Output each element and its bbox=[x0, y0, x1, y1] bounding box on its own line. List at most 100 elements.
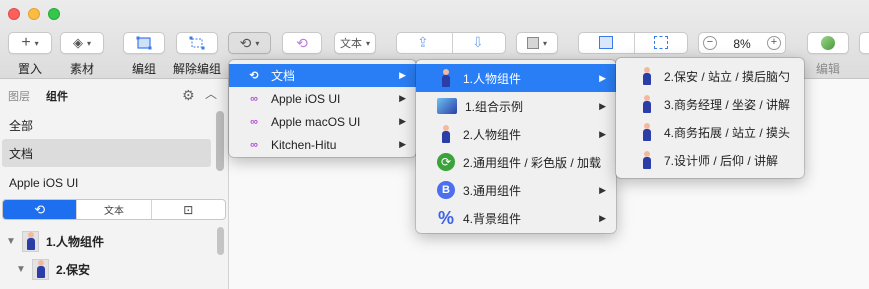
insert-button[interactable]: + ▾ bbox=[8, 32, 52, 54]
symbols-menu: ⟲ 文档 ▶ ∞ Apple iOS UI ▶ ∞ Apple macOS UI… bbox=[229, 60, 416, 157]
menu-item-label: 7.设计师 / 后仰 / 讲解 bbox=[664, 153, 779, 168]
menu-item-common-color-loading[interactable]: ⟳ 2.通用组件 / 彩色版 / 加载 bbox=[416, 148, 616, 176]
menu-item-label: 4.商务拓展 / 站立 / 摸头 bbox=[664, 125, 791, 140]
segment-text[interactable]: 文本 bbox=[77, 200, 152, 219]
layers-icon: ◈ bbox=[72, 35, 83, 50]
tree-scrollbar[interactable] bbox=[217, 227, 224, 255]
menu-item-designer[interactable]: 7.设计师 / 后仰 / 讲解 bbox=[616, 146, 804, 174]
sidebar-item-document[interactable]: 文档 bbox=[2, 139, 211, 167]
menu-item-people-2[interactable]: 2.人物组件 ▶ bbox=[416, 120, 616, 148]
tree-label: 2.保安 bbox=[56, 262, 91, 277]
sidebar-scrollbar[interactable] bbox=[216, 111, 224, 171]
menu-item-label: 文档 bbox=[271, 69, 296, 83]
segment-symbols[interactable]: ⟲ bbox=[3, 200, 78, 219]
submenu-arrow-icon: ▶ bbox=[399, 116, 406, 126]
ungroup-button[interactable] bbox=[176, 32, 218, 54]
zoom-control: − 8% + bbox=[698, 32, 786, 54]
menu-item-combo-example[interactable]: 1.组合示例 ▶ bbox=[416, 92, 616, 120]
menu-item-label: 2.人物组件 bbox=[463, 127, 522, 142]
minimize-window-button[interactable] bbox=[28, 8, 40, 20]
menu-item-label: 3.通用组件 bbox=[463, 183, 522, 198]
symbol-icon: ⟲ bbox=[239, 34, 252, 51]
library-icon: ∞ bbox=[250, 138, 258, 151]
menu-item-label: 1.人物组件 bbox=[463, 71, 522, 86]
sidebar-tabs: 图层 组件 bbox=[8, 88, 68, 104]
menu-item-business-development[interactable]: 4.商务拓展 / 站立 / 摸头 bbox=[616, 118, 804, 146]
fill-dropdown[interactable]: ▾ bbox=[516, 32, 558, 54]
resize-segment bbox=[578, 32, 688, 54]
chevron-down-icon: ▾ bbox=[34, 38, 39, 48]
scale-icon[interactable] bbox=[599, 36, 613, 49]
submenu-arrow-icon: ▶ bbox=[399, 70, 406, 80]
menu-item-document[interactable]: ⟲ 文档 ▶ bbox=[229, 64, 416, 87]
submenu-arrow-icon: ▶ bbox=[599, 128, 606, 139]
group-button[interactable] bbox=[123, 32, 165, 54]
resize-icon[interactable] bbox=[654, 36, 668, 49]
edit-label: 编辑 bbox=[815, 62, 840, 76]
tree-row[interactable]: ▼ 1.人物组件 bbox=[0, 227, 213, 255]
symbol-icon: ⟲ bbox=[249, 70, 259, 82]
menu-item-kitchen-hitu[interactable]: ∞ Kitchen-Hitu ▶ bbox=[229, 133, 416, 156]
create-symbol-button[interactable]: ⟲ bbox=[282, 32, 322, 54]
sidebar-item-apple-ios[interactable]: Apple iOS UI bbox=[0, 169, 213, 197]
menu-item-people-1[interactable]: 1.人物组件 ▶ bbox=[416, 64, 616, 92]
tab-layers[interactable]: 图层 bbox=[8, 88, 30, 104]
plus-icon: + bbox=[21, 34, 31, 51]
insert-label: 置入 bbox=[17, 62, 42, 76]
chevron-down-icon: ▾ bbox=[542, 38, 547, 48]
sidebar: 图层 组件 ⚙ ︿ 全部 文档 Apple iOS UI ⟲ 文本 ⊡ ▼ 1.… bbox=[0, 79, 229, 289]
menu-item-background[interactable]: % 4.背景组件 ▶ bbox=[416, 204, 616, 232]
menu-item-label: 3.商务经理 / 坐姿 / 讲解 bbox=[664, 97, 791, 112]
people-submenu: 2.保安 / 站立 / 摸后脑勺 3.商务经理 / 坐姿 / 讲解 4.商务拓展… bbox=[616, 58, 804, 178]
menu-item-label: 2.通用组件 / 彩色版 / 加载 bbox=[463, 155, 602, 170]
menu-item-apple-macos[interactable]: ∞ Apple macOS UI ▶ bbox=[229, 110, 416, 133]
edit-icon bbox=[821, 36, 835, 50]
tab-components[interactable]: 组件 bbox=[46, 88, 68, 104]
loading-icon: ⟳ bbox=[437, 153, 455, 171]
gear-icon[interactable]: ⚙ bbox=[182, 87, 195, 104]
chevron-down-icon: ▾ bbox=[255, 38, 260, 48]
submenu-arrow-icon: ▶ bbox=[599, 184, 606, 195]
group-icon bbox=[136, 36, 152, 50]
submenu-arrow-icon: ▶ bbox=[599, 72, 606, 83]
menu-item-common-3[interactable]: B 3.通用组件 ▶ bbox=[416, 176, 616, 204]
zoom-window-button[interactable] bbox=[48, 8, 60, 20]
forward-backward-segment: ⇪ ⇩ bbox=[396, 32, 506, 54]
b-badge-icon: B bbox=[437, 181, 455, 199]
person-icon bbox=[437, 125, 455, 143]
menu-item-apple-ios[interactable]: ∞ Apple iOS UI ▶ bbox=[229, 87, 416, 110]
overflow-button[interactable] bbox=[859, 32, 869, 54]
sidebar-item-all[interactable]: 全部 bbox=[0, 111, 213, 139]
symbol-thumbnail bbox=[22, 230, 39, 252]
symbol-thumbnail bbox=[32, 258, 49, 280]
text-style-dropdown[interactable]: 文本 ▾ bbox=[334, 32, 376, 54]
menu-item-label: 4.背景组件 bbox=[463, 211, 522, 226]
chevron-up-icon[interactable]: ︿ bbox=[205, 85, 217, 102]
person-icon bbox=[638, 95, 656, 113]
component-filter-segment: ⟲ 文本 ⊡ bbox=[2, 199, 226, 220]
edit-button[interactable] bbox=[807, 32, 849, 54]
send-backward-icon[interactable]: ⇩ bbox=[472, 34, 484, 51]
tree-row[interactable]: ▼ 2.保安 bbox=[0, 255, 213, 283]
submenu-arrow-icon: ▶ bbox=[599, 100, 606, 111]
submenu-arrow-icon: ▶ bbox=[399, 139, 406, 149]
bring-forward-icon[interactable]: ⇪ bbox=[417, 34, 429, 51]
symbols-button[interactable]: ⟲ ▾ bbox=[228, 32, 271, 54]
menu-item-security-guard[interactable]: 2.保安 / 站立 / 摸后脑勺 bbox=[616, 62, 804, 90]
disclosure-triangle-icon[interactable]: ▼ bbox=[14, 264, 32, 275]
tree-label: 1.人物组件 bbox=[46, 234, 105, 249]
person-icon bbox=[638, 67, 656, 85]
segment-styles[interactable]: ⊡ bbox=[152, 200, 225, 219]
zoom-out-button[interactable]: − bbox=[703, 36, 717, 50]
zoom-value: 8% bbox=[733, 37, 751, 51]
square-icon bbox=[526, 37, 539, 49]
symbol-icon: ⟲ bbox=[34, 201, 46, 217]
zoom-in-button[interactable]: + bbox=[767, 36, 781, 50]
close-window-button[interactable] bbox=[8, 8, 20, 20]
ungroup-label: 解除编组 bbox=[172, 62, 221, 76]
disclosure-triangle-icon[interactable]: ▼ bbox=[0, 236, 22, 247]
material-button[interactable]: ◈ ▾ bbox=[60, 32, 104, 54]
menu-item-label: 1.组合示例 bbox=[465, 99, 524, 114]
menu-item-business-manager[interactable]: 3.商务经理 / 坐姿 / 讲解 bbox=[616, 90, 804, 118]
person-icon bbox=[638, 123, 656, 141]
